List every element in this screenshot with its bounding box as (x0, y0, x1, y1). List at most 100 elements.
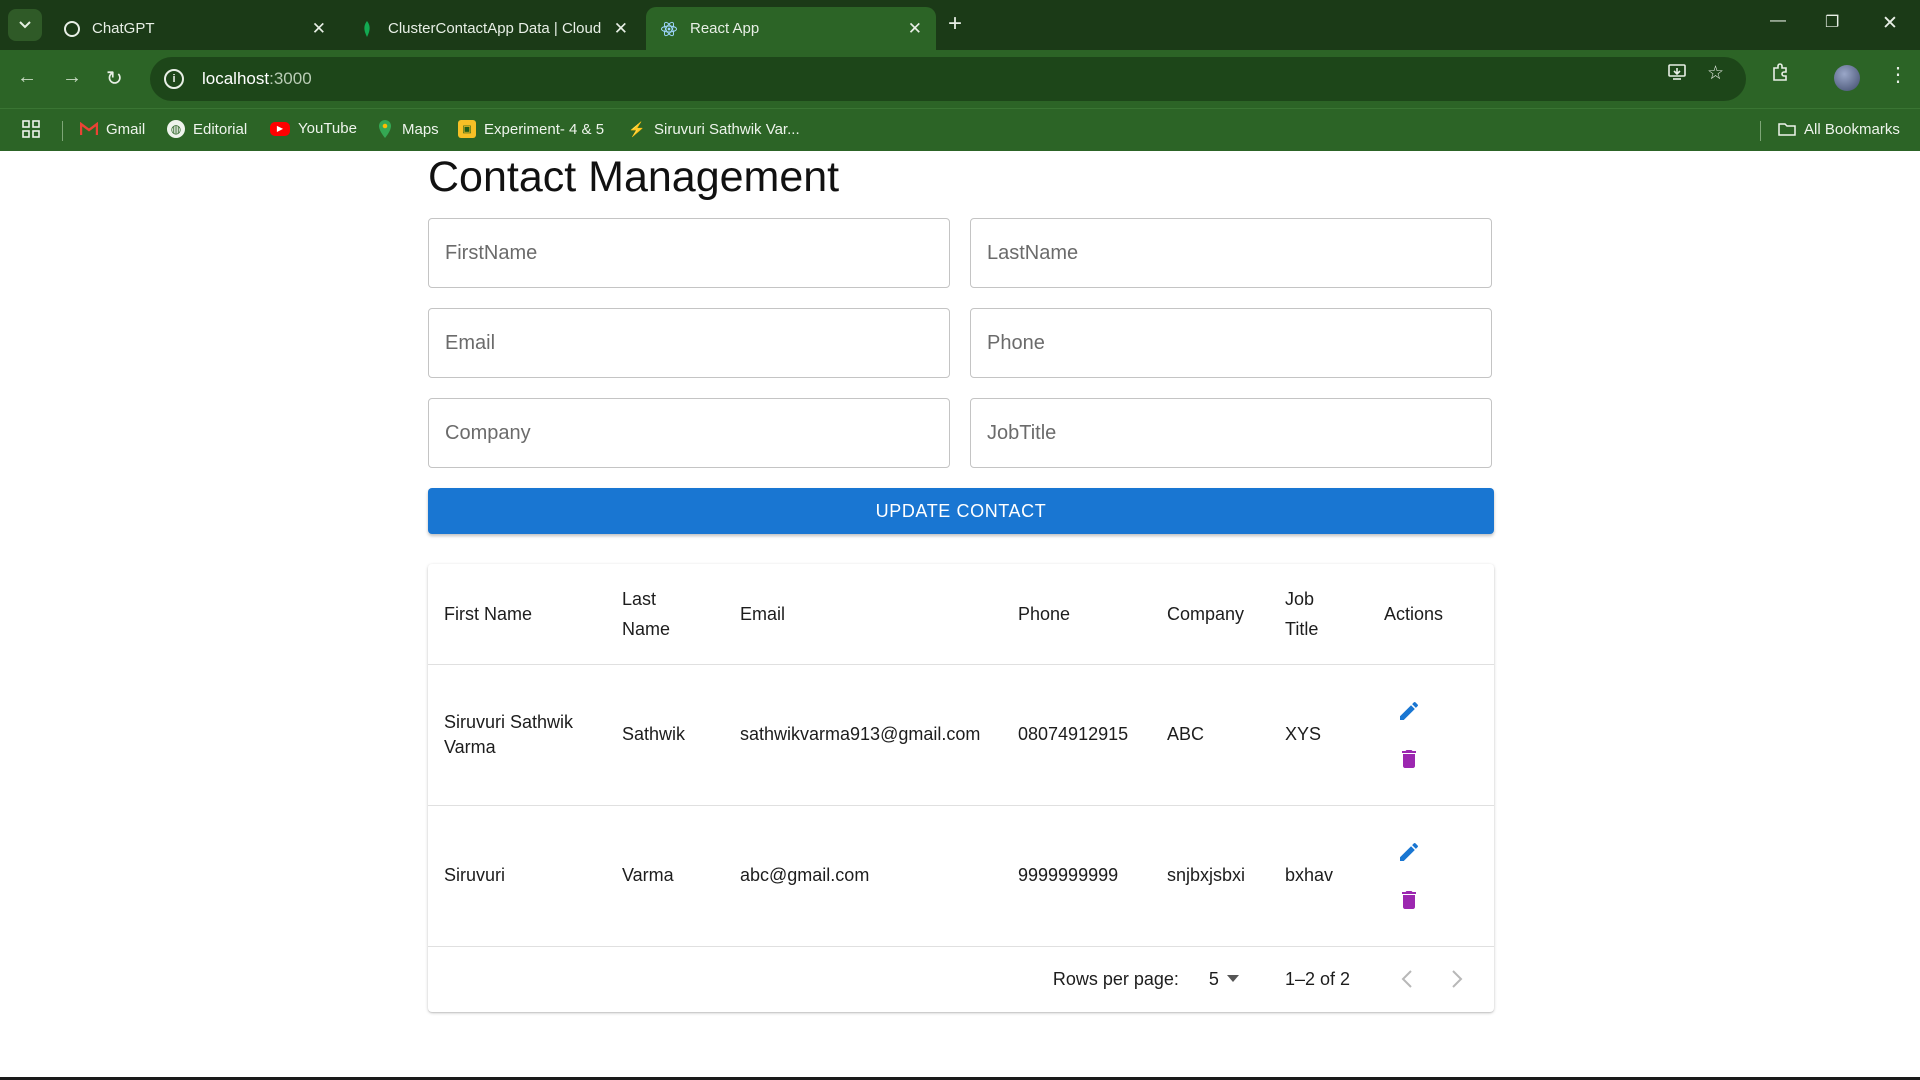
delete-icon[interactable] (1396, 746, 1422, 772)
edit-icon[interactable] (1396, 839, 1422, 865)
jobtitle-input[interactable] (987, 399, 1491, 467)
jobtitle-field[interactable] (970, 398, 1492, 468)
reload-icon[interactable]: ↻ (106, 66, 123, 91)
apps-grid-icon[interactable] (22, 120, 40, 138)
gmail-icon (80, 120, 98, 138)
all-bookmarks-button[interactable]: All Bookmarks (1778, 120, 1900, 138)
header-job-title: Job Title (1269, 564, 1368, 665)
browser-toolbar: ← → ↻ i localhost:3000 ☆ ⋮ (0, 50, 1920, 108)
globe-icon: ◍ (167, 120, 185, 138)
delete-icon[interactable] (1396, 887, 1422, 913)
star-bookmark-icon[interactable]: ☆ (1707, 62, 1724, 85)
dropdown-arrow-icon (1226, 975, 1239, 982)
minimize-icon[interactable]: — (1770, 12, 1786, 30)
tab-chatgpt[interactable]: ChatGPT ✕ (50, 7, 340, 50)
bookmark-label: Editorial (193, 120, 248, 138)
tab-clustercontactapp[interactable]: ClusterContactApp Data | Cloud ✕ (344, 7, 642, 50)
tab-search-button[interactable] (8, 9, 42, 41)
cell-actions (1368, 805, 1494, 947)
tab-react-app[interactable]: React App ✕ (646, 7, 936, 50)
address-bar[interactable]: i localhost:3000 (150, 57, 1746, 101)
previous-page-icon[interactable] (1392, 964, 1422, 994)
update-contact-button[interactable]: UPDATE CONTACT (428, 488, 1494, 534)
profile-avatar[interactable] (1834, 65, 1860, 91)
firstname-field[interactable] (428, 218, 950, 288)
new-tab-button[interactable]: + (948, 12, 962, 36)
rows-per-page-select[interactable]: 5 (1209, 969, 1239, 990)
forward-arrow-icon[interactable]: → (62, 66, 82, 89)
lastname-field[interactable] (970, 218, 1492, 288)
url-port: :3000 (269, 69, 312, 88)
bookmark-gmail[interactable]: Gmail (80, 120, 145, 138)
cell-first-name: Siruvuri Sathwik Varma (428, 664, 606, 806)
classroom-icon: ▣ (458, 120, 476, 138)
phone-input[interactable] (987, 309, 1491, 377)
react-icon (660, 20, 678, 38)
cell-job-title: XYS (1269, 664, 1368, 806)
header-last-name: Last Name (606, 564, 724, 665)
site-info-icon[interactable]: i (164, 69, 184, 89)
chevron-down-icon (19, 21, 31, 29)
rows-per-page-label: Rows per page: (1052, 968, 1179, 989)
edit-icon[interactable] (1396, 698, 1422, 724)
more-menu-icon[interactable]: ⋮ (1888, 62, 1908, 87)
restore-icon[interactable]: ❐ (1825, 12, 1839, 32)
close-icon[interactable]: ✕ (908, 19, 922, 39)
page-title: Contact Management (428, 153, 840, 201)
extensions-icon[interactable] (1771, 62, 1791, 88)
contacts-table: First Name Last Name Email Phone Company… (428, 564, 1494, 947)
bookmark-maps[interactable]: Maps (376, 120, 439, 138)
table-row: Siruvuri Sathwik Varma Sathwik sathwikva… (428, 664, 1494, 806)
youtube-icon: ▶ (270, 121, 290, 136)
close-icon[interactable]: ✕ (312, 19, 326, 39)
bookmarks-bar: Gmail ◍ Editorial ▶ YouTube Maps ▣ Exper… (0, 108, 1920, 151)
cell-first-name: Siruvuri (428, 805, 606, 947)
install-app-icon[interactable] (1667, 62, 1687, 88)
close-icon[interactable]: ✕ (614, 19, 628, 39)
bookmark-profile[interactable]: ⚡ Siruvuri Sathwik Var... (628, 120, 799, 138)
bookmark-label: Experiment- 4 & 5 (484, 120, 605, 138)
contacts-table-container: First Name Last Name Email Phone Company… (428, 564, 1494, 1012)
profile-icon: ⚡ (628, 120, 646, 137)
company-input[interactable] (445, 399, 949, 467)
tab-title: ChatGPT (92, 20, 155, 37)
bookmark-youtube[interactable]: ▶ YouTube (270, 120, 357, 137)
cell-company: ABC (1151, 664, 1269, 806)
window-close-icon[interactable]: ✕ (1882, 12, 1898, 35)
cell-phone: 08074912915 (1002, 664, 1151, 806)
cell-job-title: bxhav (1269, 805, 1368, 947)
bookmark-experiment[interactable]: ▣ Experiment- 4 & 5 (458, 120, 604, 138)
maps-icon (376, 120, 394, 138)
rows-per-page-value: 5 (1208, 968, 1219, 989)
lastname-input[interactable] (987, 219, 1491, 287)
firstname-input[interactable] (445, 219, 949, 287)
all-bookmarks-label: All Bookmarks (1804, 120, 1900, 138)
header-company: Company (1151, 564, 1269, 665)
cell-email: abc@gmail.com (724, 805, 1002, 947)
chatgpt-icon (64, 20, 80, 37)
bookmark-label: Maps (402, 120, 439, 138)
tab-title: ClusterContactApp Data | Cloud (388, 20, 602, 37)
table-row: Siruvuri Varma abc@gmail.com 9999999999 … (428, 805, 1494, 947)
cell-actions (1368, 664, 1494, 806)
bookmark-label: Gmail (106, 120, 146, 138)
bookmarks-divider (1760, 121, 1761, 141)
header-email: Email (724, 564, 1002, 665)
email-field[interactable] (428, 308, 950, 378)
url-text: localhost:3000 (202, 69, 312, 89)
company-field[interactable] (428, 398, 950, 468)
pagination-range: 1–2 of 2 (1284, 968, 1350, 989)
bookmark-editorial[interactable]: ◍ Editorial (167, 120, 247, 138)
email-input[interactable] (445, 309, 949, 377)
mongodb-leaf-icon (358, 20, 376, 38)
back-arrow-icon[interactable]: ← (17, 66, 37, 89)
contact-form (428, 218, 1494, 468)
contact-app: Contact Management UPDATE CONTACT (428, 151, 1494, 1012)
folder-icon (1778, 120, 1796, 138)
cell-last-name: Sathwik (606, 664, 724, 806)
tab-title: React App (690, 20, 760, 37)
cell-last-name: Varma (606, 805, 724, 947)
bookmark-label: YouTube (298, 120, 357, 137)
next-page-icon[interactable] (1442, 964, 1472, 994)
phone-field[interactable] (970, 308, 1492, 378)
